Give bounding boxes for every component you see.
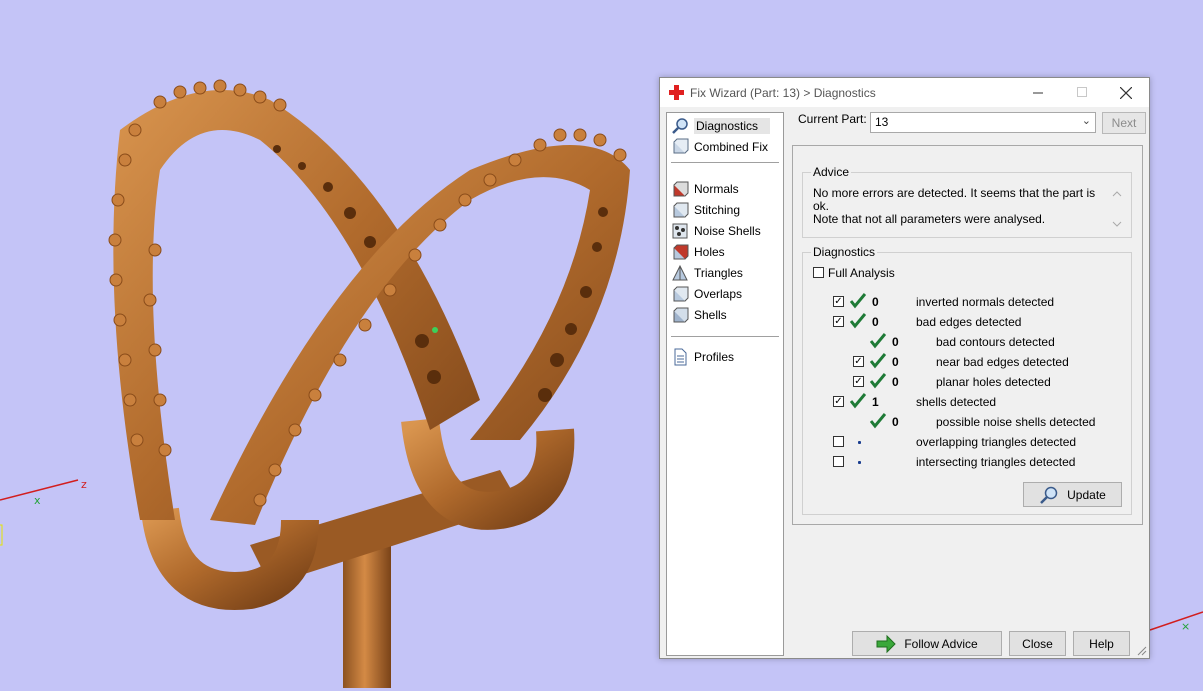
green-arrow-right-icon <box>876 634 897 653</box>
green-check-icon <box>870 373 886 389</box>
green-check-icon <box>850 313 866 329</box>
full-analysis-label: Full Analysis <box>828 266 895 280</box>
follow-advice-button[interactable]: Follow Advice <box>852 631 1002 656</box>
nav-item-noise-shells[interactable]: Noise Shells <box>671 221 761 241</box>
bad-edges-checkbox[interactable]: ✓ <box>833 316 844 327</box>
document-icon <box>674 348 687 366</box>
noise-shells-label: possible noise shells detected <box>936 415 1096 429</box>
maximize-icon <box>1076 87 1087 97</box>
overlaps-icon <box>673 286 689 302</box>
advice-group: Advice No more errors are detected. It s… <box>802 165 1132 238</box>
near-bad-edges-label: near bad edges detected <box>936 355 1069 369</box>
nav-item-triangles[interactable]: Triangles <box>671 263 743 283</box>
nav-item-overlaps[interactable]: Overlaps <box>671 284 742 304</box>
diagnostics-group: Diagnostics Full Analysis ✓ 0 inverted n… <box>802 245 1132 515</box>
intersecting-triangles-label: intersecting triangles detected <box>916 455 1076 469</box>
shells-label: shells detected <box>916 395 997 409</box>
near-bad-edges-count: 0 <box>892 355 899 369</box>
current-part-select[interactable]: 13 ⌄ <box>870 112 1096 133</box>
chevron-down-icon: ⌄ <box>1081 115 1091 127</box>
window-close-button[interactable] <box>1104 78 1148 107</box>
diagnostics-title: Diagnostics <box>811 245 878 259</box>
green-check-icon <box>870 353 886 369</box>
green-check-icon <box>850 393 866 409</box>
intersecting-triangles-checkbox[interactable] <box>833 456 844 467</box>
maximize-button[interactable] <box>1060 78 1104 107</box>
nav-item-diagnostics[interactable]: Diagnostics <box>671 116 771 136</box>
resize-grip-icon[interactable] <box>1137 646 1147 656</box>
axis-x-label: x <box>34 494 41 507</box>
advice-title: Advice <box>811 165 852 179</box>
inverted-normals-count: 0 <box>872 295 879 309</box>
svg-text:⨯: ⨯ <box>1181 620 1190 633</box>
update-button[interactable]: Update <box>1023 482 1122 507</box>
help-button[interactable]: Help <box>1073 631 1130 656</box>
not-run-dot-icon <box>858 461 861 464</box>
axis-z-label: z <box>81 478 87 491</box>
wizard-nav: Diagnostics Combined Fix Normals Stitchi… <box>666 112 784 656</box>
advice-text: No more errors are detected. It seems th… <box>813 186 1096 226</box>
triangles-icon <box>672 264 688 281</box>
inverted-normals-checkbox[interactable]: ✓ <box>833 296 844 307</box>
close-button[interactable]: Close <box>1009 631 1066 656</box>
shells-icon <box>673 307 689 323</box>
green-check-icon <box>850 293 866 309</box>
title-bar[interactable]: Fix Wizard (Part: 13) > Diagnostics <box>660 78 1149 107</box>
current-part-value: 13 <box>875 115 889 129</box>
main-panel: Advice No more errors are detected. It s… <box>792 145 1143 525</box>
minimize-button[interactable] <box>1016 78 1060 107</box>
nav-item-shells[interactable]: Shells <box>671 305 727 325</box>
normals-icon <box>673 181 689 197</box>
advice-scrollbar[interactable] <box>1109 187 1125 231</box>
bad-contours-label: bad contours detected <box>936 335 1055 349</box>
shells-count: 1 <box>872 395 879 409</box>
dialog-title: Fix Wizard (Part: 13) > Diagnostics <box>690 86 876 100</box>
nav-item-combined-fix[interactable]: Combined Fix <box>671 137 768 157</box>
red-cross-icon <box>669 85 684 100</box>
fix-wizard-dialog: Fix Wizard (Part: 13) > Diagnostics Diag… <box>659 77 1150 659</box>
stitching-icon <box>673 202 689 218</box>
magnifier-icon <box>1040 486 1058 504</box>
shells-checkbox[interactable]: ✓ <box>833 396 844 407</box>
overlapping-triangles-checkbox[interactable] <box>833 436 844 447</box>
next-button[interactable]: Next <box>1102 112 1146 134</box>
nav-item-holes[interactable]: Holes <box>671 242 725 262</box>
noise-shells-count: 0 <box>892 415 899 429</box>
planar-holes-checkbox[interactable]: ✓ <box>853 376 864 387</box>
current-part-label: Current Part: <box>798 112 867 126</box>
nav-item-profiles[interactable]: Profiles <box>671 347 734 367</box>
planar-holes-count: 0 <box>892 375 899 389</box>
holes-icon <box>673 244 689 260</box>
magnifier-icon <box>672 118 688 134</box>
noise-shells-icon <box>672 223 688 239</box>
green-check-icon <box>870 413 886 429</box>
bad-edges-count: 0 <box>872 315 879 329</box>
near-bad-edges-checkbox[interactable]: ✓ <box>853 356 864 367</box>
bad-edges-label: bad edges detected <box>916 315 1022 329</box>
green-check-icon <box>870 333 886 349</box>
full-analysis-checkbox[interactable] <box>813 267 824 278</box>
nav-item-normals[interactable]: Normals <box>671 179 739 199</box>
not-run-dot-icon <box>858 441 861 444</box>
bad-contours-count: 0 <box>892 335 899 349</box>
combined-fix-icon <box>673 138 689 154</box>
nav-item-stitching[interactable]: Stitching <box>671 200 740 220</box>
planar-holes-label: planar holes detected <box>936 375 1051 389</box>
close-icon <box>1120 86 1132 99</box>
overlapping-triangles-label: overlapping triangles detected <box>916 435 1077 449</box>
minimize-icon <box>1032 92 1043 94</box>
inverted-normals-label: inverted normals detected <box>916 295 1055 309</box>
